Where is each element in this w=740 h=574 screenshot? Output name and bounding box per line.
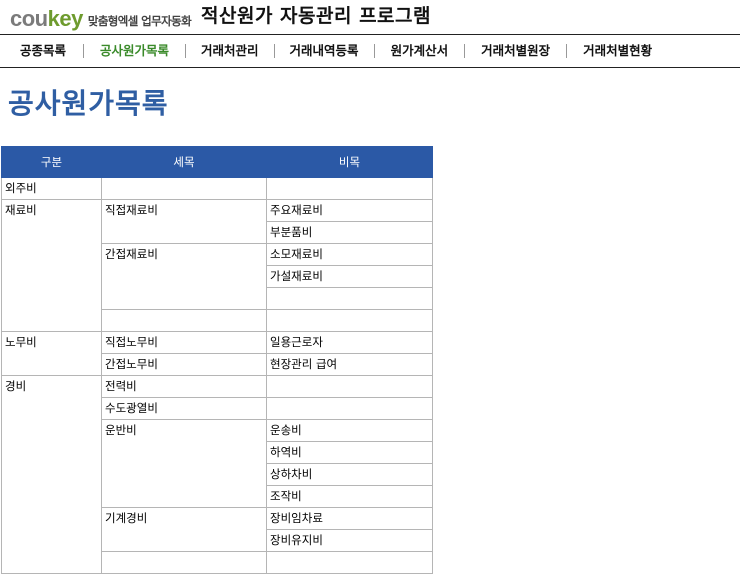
coukey-logo[interactable]: coukey 맞춤형엑셀 업무자동화 [10, 3, 192, 31]
main-nav: 공종목록 공사원가목록 거래처관리 거래내역등록 원가계산서 거래처별원장 거래처별현황 [0, 34, 740, 68]
subitem-cell[interactable]: 간접재료비 [101, 243, 267, 310]
table-row: 노무비 직접노무비 일용근로자 [1, 331, 433, 376]
costitem-cell[interactable]: 현장관리 급여 [266, 353, 433, 376]
nav-tab[interactable]: 공사원가목록 [84, 35, 185, 67]
subitem-cell[interactable]: 전력비 [101, 375, 267, 398]
category-cell[interactable]: 외주비 [1, 177, 102, 200]
costitem-cell[interactable] [266, 397, 433, 420]
logo-accent: key [47, 6, 84, 31]
costitem-cell[interactable] [266, 287, 433, 310]
nav-tab[interactable]: 거래처별현황 [567, 35, 652, 67]
logo-tagline: 맞춤형엑셀 업무자동화 [87, 14, 192, 28]
column-header-category: 구분 [1, 146, 102, 178]
table-row: 경비 전력비 [1, 375, 433, 574]
nav-tab[interactable]: 원가계산서 [375, 35, 465, 67]
subitem-cell[interactable]: 간접노무비 [101, 353, 267, 376]
table-row: 외주비 [1, 177, 433, 200]
costitem-cell[interactable]: 부분품비 [266, 221, 433, 244]
subitem-cell[interactable]: 기계경비 [101, 507, 267, 552]
subitem-cell[interactable]: 수도광열비 [101, 397, 267, 420]
subitem-cell[interactable]: 직접재료비 [101, 199, 267, 244]
subitem-cell[interactable]: 운반비 [101, 419, 267, 508]
logo-prefix: cou [10, 6, 48, 31]
costitem-cell[interactable]: 장비유지비 [266, 529, 433, 552]
costitem-cell[interactable] [266, 177, 433, 200]
table-row: 재료비 직접재료비 주요재료비 [1, 199, 433, 332]
app-title: 적산원가 자동관리 프로그램 [201, 5, 431, 27]
costitem-cell[interactable]: 소모재료비 [266, 243, 433, 266]
page-title: 공사원가목록 [8, 87, 169, 120]
category-cell[interactable]: 재료비 [1, 199, 102, 332]
costitem-cell[interactable]: 조작비 [266, 485, 433, 508]
nav-tab[interactable]: 거래내역등록 [275, 35, 374, 67]
costitem-cell[interactable]: 하역비 [266, 441, 433, 464]
nav-tab[interactable]: 거래처별원장 [465, 35, 566, 67]
column-header-subitem: 세목 [101, 146, 267, 178]
costitem-cell[interactable] [266, 375, 433, 398]
table-header-row: 구분 세목 비목 [1, 146, 433, 178]
subitem-cell[interactable]: 직접노무비 [101, 331, 267, 354]
costitem-cell[interactable]: 주요재료비 [266, 199, 433, 222]
costitem-cell[interactable]: 일용근로자 [266, 331, 433, 354]
nav-tab[interactable]: 거래처관리 [186, 35, 274, 67]
costitem-cell[interactable] [266, 309, 433, 332]
category-cell[interactable]: 경비 [1, 375, 102, 574]
costitem-cell[interactable]: 가설재료비 [266, 265, 433, 288]
subitem-cell[interactable] [101, 177, 267, 200]
cost-list-table: 구분 세목 비목 외주비 재료비 직접재료비 주요재료비 부분품비 간접재료비 소모재료비 가… [1, 146, 433, 574]
costitem-cell[interactable]: 장비임차료 [266, 507, 433, 530]
nav-tab[interactable]: 공종목록 [0, 35, 83, 67]
logo-brand: coukey [10, 7, 83, 31]
app-header: coukey 맞춤형엑셀 업무자동화 적산원가 자동관리 프로그램 [0, 0, 740, 34]
category-cell[interactable]: 노무비 [1, 331, 102, 376]
column-header-costitem: 비목 [266, 146, 433, 178]
costitem-cell[interactable]: 운송비 [266, 419, 433, 442]
costitem-cell[interactable]: 상하차비 [266, 463, 433, 486]
subitem-cell[interactable] [101, 309, 267, 332]
